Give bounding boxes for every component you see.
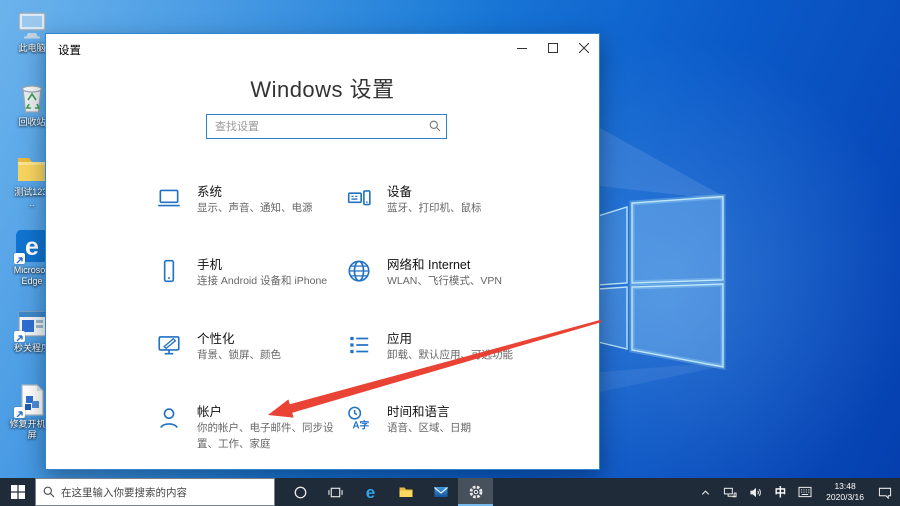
category-subtitle: 语音、区域、日期 [387, 421, 471, 437]
folder-icon [398, 484, 414, 500]
settings-category-network[interactable]: 网络和 Internet WLAN、飞行模式、VPN [346, 257, 531, 290]
task-view-icon [328, 485, 343, 500]
volume-icon [749, 486, 763, 499]
window-title: 设置 [58, 42, 81, 58]
devices-icon [346, 185, 372, 216]
personalization-icon [156, 332, 182, 363]
window-titlebar[interactable]: 设置 [46, 34, 599, 62]
category-title: 手机 [197, 257, 327, 273]
category-title: 帐户 [197, 404, 339, 420]
settings-taskbar-button[interactable] [458, 478, 493, 506]
apps-list-icon [346, 332, 372, 363]
maximize-button[interactable] [537, 34, 568, 62]
minimize-button[interactable] [506, 34, 537, 62]
system-tray: 中 13:48 2020/3/16 [696, 478, 900, 506]
shortcut-arrow-badge [14, 331, 25, 342]
shortcut-arrow-badge [14, 253, 25, 264]
network-tray-button[interactable] [719, 478, 741, 506]
category-subtitle: 背景、锁屏、颜色 [197, 348, 281, 364]
svg-text:A字: A字 [353, 418, 370, 431]
chevron-up-icon [700, 487, 711, 498]
screen: 此电脑 回收站 测试123. .. e [0, 0, 900, 506]
volume-tray-button[interactable] [745, 478, 767, 506]
taskbar: 在这里输入你要搜索的内容 e [0, 478, 900, 506]
category-title: 系统 [197, 184, 313, 200]
gear-icon [468, 484, 484, 500]
ime-label: 中 [775, 484, 787, 500]
settings-category-system[interactable]: 系统 显示、声音、通知、电源 [156, 184, 341, 217]
phone-icon [156, 258, 182, 289]
settings-heading: Windows 设置 [46, 72, 599, 104]
category-subtitle: WLAN、飞行模式、VPN [387, 274, 502, 290]
start-button[interactable] [0, 478, 35, 506]
category-subtitle: 蓝牙、打印机、鼠标 [387, 201, 482, 217]
file-explorer-button[interactable] [388, 478, 423, 506]
settings-category-accounts[interactable]: 帐户 你的帐户、电子邮件、同步设置、工作、家庭 [156, 404, 341, 453]
edge-icon: e [366, 484, 375, 501]
settings-category-personalization[interactable]: 个性化 背景、锁屏、颜色 [156, 331, 341, 364]
category-subtitle: 显示、声音、通知、电源 [197, 201, 313, 217]
close-icon [579, 43, 589, 53]
mail-button[interactable] [423, 478, 458, 506]
category-title: 网络和 Internet [387, 257, 502, 273]
settings-window: 设置 Windows 设置 [45, 33, 600, 470]
cortana-icon [293, 485, 308, 500]
network-icon [723, 486, 737, 499]
settings-search-input[interactable] [206, 114, 447, 139]
category-title: 设备 [387, 184, 482, 200]
category-subtitle: 你的帐户、电子邮件、同步设置、工作、家庭 [197, 421, 339, 453]
cortana-button[interactable] [283, 478, 318, 506]
category-title: 应用 [387, 331, 513, 347]
system-icon [156, 185, 182, 216]
time-language-icon: A字 [346, 405, 372, 436]
action-center-icon [878, 486, 892, 499]
settings-category-phone[interactable]: 手机 连接 Android 设备和 iPhone [156, 257, 341, 290]
clock[interactable]: 13:48 2020/3/16 [820, 478, 870, 506]
accounts-person-icon [156, 405, 182, 436]
search-icon [43, 486, 55, 498]
windows-logo-icon [11, 485, 25, 499]
tray-time: 13:48 [826, 481, 864, 492]
maximize-icon [548, 43, 558, 53]
category-title: 个性化 [197, 331, 281, 347]
taskbar-search-box[interactable]: 在这里输入你要搜索的内容 [35, 478, 275, 506]
action-center-button[interactable] [874, 478, 896, 506]
shortcut-arrow-badge [14, 407, 25, 418]
taskbar-search-placeholder: 在这里输入你要搜索的内容 [61, 485, 187, 500]
tray-date: 2020/3/16 [826, 492, 864, 503]
close-button[interactable] [568, 34, 599, 62]
keyboard-icon [798, 486, 812, 498]
network-globe-icon [346, 258, 372, 289]
edge-taskbar-button[interactable]: e [353, 478, 388, 506]
task-view-button[interactable] [318, 478, 353, 506]
settings-category-devices[interactable]: 设备 蓝牙、打印机、鼠标 [346, 184, 531, 217]
svg-text:e: e [25, 233, 39, 261]
tray-chevron-button[interactable] [696, 478, 715, 506]
search-icon [429, 120, 441, 132]
category-subtitle: 卸载、默认应用、可选功能 [387, 348, 513, 364]
settings-category-apps[interactable]: 应用 卸载、默认应用、可选功能 [346, 331, 531, 364]
touch-keyboard-button[interactable] [794, 478, 816, 506]
settings-category-time-language[interactable]: A字 时间和语言 语音、区域、日期 [346, 404, 531, 437]
category-subtitle: 连接 Android 设备和 iPhone [197, 274, 327, 290]
minimize-icon [517, 43, 527, 53]
category-title: 时间和语言 [387, 404, 471, 420]
ime-indicator[interactable]: 中 [771, 478, 791, 506]
mail-icon [433, 484, 449, 500]
